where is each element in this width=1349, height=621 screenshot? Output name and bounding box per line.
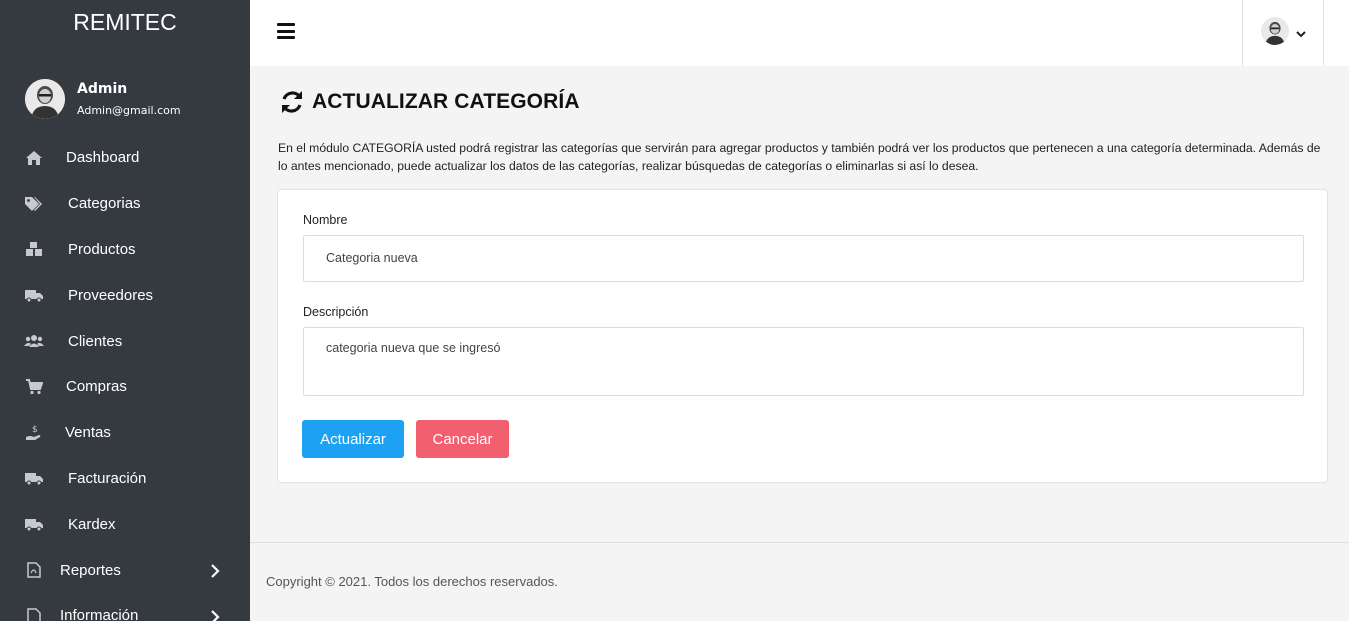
cancel-button[interactable]: Cancelar xyxy=(416,420,509,458)
chevron-right-icon xyxy=(208,563,222,578)
sidebar-item-label: Ventas xyxy=(65,424,111,442)
sidebar-item-label: Clientes xyxy=(68,332,123,350)
avatar xyxy=(25,79,65,119)
hand-dollar-icon: $ xyxy=(24,423,44,443)
truck-icon xyxy=(24,514,44,534)
sidebar-item-proveedores[interactable]: Proveedores xyxy=(0,272,250,318)
name-label: Nombre xyxy=(303,213,348,227)
truck-icon xyxy=(24,285,44,305)
sidebar-item-facturacion[interactable]: Facturación xyxy=(0,456,250,502)
description-label: Descripción xyxy=(303,305,369,319)
sidebar-item-informacion[interactable]: Información xyxy=(0,593,250,621)
page-title: ACTUALIZAR CATEGORÍA xyxy=(278,88,580,116)
users-icon xyxy=(24,331,44,351)
page-description: En el módulo CATEGORÍA usted podrá regis… xyxy=(278,141,1321,173)
topbar xyxy=(250,0,1349,66)
user-menu-button[interactable] xyxy=(1242,0,1324,66)
menu-toggle-button[interactable] xyxy=(277,23,295,39)
description-textarea[interactable]: categoria nueva que se ingresó xyxy=(303,327,1304,396)
sidebar-item-label: Compras xyxy=(66,378,127,396)
category-form: Nombre Categoria nueva Descripción categ… xyxy=(277,189,1328,483)
sidebar-item-reportes[interactable]: Reportes xyxy=(0,547,250,593)
sidebar-item-productos[interactable]: Productos xyxy=(0,227,250,273)
sidebar-item-label: Información xyxy=(60,607,139,621)
home-icon xyxy=(24,148,44,168)
cart-icon xyxy=(24,377,44,397)
sync-icon xyxy=(278,88,306,116)
avatar xyxy=(1261,17,1289,45)
page-heading: ACTUALIZAR CATEGORÍA xyxy=(312,90,580,113)
user-name: Admin xyxy=(77,81,128,97)
sidebar-item-label: Proveedores xyxy=(68,286,154,304)
sidebar-item-label: Kardex xyxy=(68,515,116,533)
footer-copyright: Copyright © 2021. Todos los derechos res… xyxy=(266,574,558,589)
tags-icon xyxy=(24,194,44,214)
sidebar-item-kardex[interactable]: Kardex xyxy=(0,501,250,547)
sidebar-item-label: Dashboard xyxy=(66,149,140,167)
svg-text:$: $ xyxy=(32,425,38,435)
sidebar-item-label: Productos xyxy=(68,240,136,258)
update-button[interactable]: Actualizar xyxy=(302,420,404,458)
sidebar-item-ventas[interactable]: $ Ventas xyxy=(0,410,250,456)
footer-divider xyxy=(250,542,1349,543)
user-email: Admin@gmail.com xyxy=(77,104,181,117)
chevron-right-icon xyxy=(208,609,222,621)
sidebar: REMITEC Admin Admin@gmail.com Dashboard xyxy=(0,0,250,621)
sidebar-nav: Dashboard Categorias Productos Proveedor… xyxy=(0,135,250,621)
sidebar-user: Admin Admin@gmail.com xyxy=(25,79,245,121)
sidebar-item-label: Reportes xyxy=(60,561,121,579)
boxes-icon xyxy=(24,239,44,259)
truck-icon xyxy=(24,468,44,488)
file-icon xyxy=(24,606,44,621)
file-pdf-icon xyxy=(24,560,44,580)
sidebar-item-compras[interactable]: Compras xyxy=(0,364,250,410)
sidebar-item-label: Facturación xyxy=(68,469,147,487)
sidebar-item-clientes[interactable]: Clientes xyxy=(0,318,250,364)
sidebar-item-categorias[interactable]: Categorias xyxy=(0,181,250,227)
name-input[interactable]: Categoria nueva xyxy=(303,235,1304,282)
sidebar-item-dashboard[interactable]: Dashboard xyxy=(0,135,250,181)
sidebar-item-label: Categorias xyxy=(68,195,141,213)
chevron-down-icon xyxy=(1295,25,1307,38)
hamburger-icon xyxy=(277,23,295,26)
brand-logo[interactable]: REMITEC xyxy=(0,0,250,46)
